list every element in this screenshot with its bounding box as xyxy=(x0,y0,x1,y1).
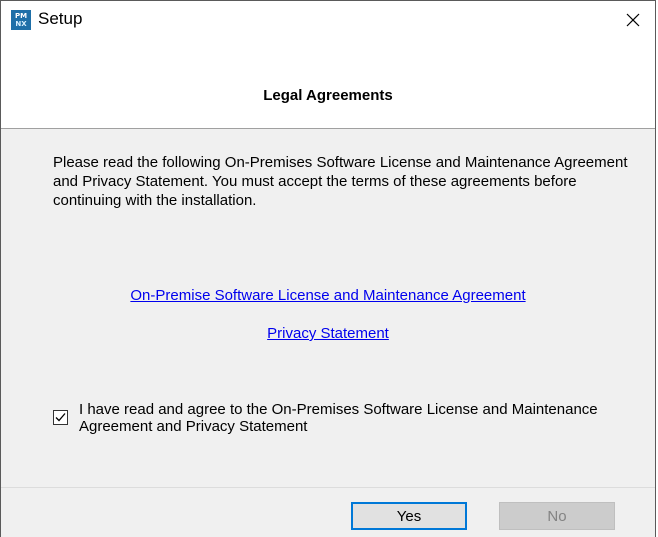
app-setup-icon: PM NX xyxy=(11,10,31,30)
license-agreement-link[interactable]: On-Premise Software License and Maintena… xyxy=(1,287,655,304)
intro-text: Please read the following On-Premises So… xyxy=(53,154,628,209)
page-header: Legal Agreements xyxy=(1,39,655,129)
page-title: Legal Agreements xyxy=(263,87,393,104)
agree-label[interactable]: I have read and agree to the On-Premises… xyxy=(79,401,639,435)
title-bar: PM NX Setup xyxy=(1,1,655,39)
button-bar: Yes No xyxy=(1,488,655,537)
close-icon xyxy=(626,13,640,27)
app-icon-text-bottom: NX xyxy=(15,20,27,28)
close-button[interactable] xyxy=(611,1,655,39)
yes-button[interactable]: Yes xyxy=(351,502,467,530)
setup-window: PM NX Setup Legal Agreements Please read… xyxy=(0,0,656,537)
no-button[interactable]: No xyxy=(499,502,615,530)
window-title: Setup xyxy=(38,9,83,28)
agree-checkbox[interactable] xyxy=(53,410,68,425)
privacy-statement-link[interactable]: Privacy Statement xyxy=(1,325,655,342)
content-area: Please read the following On-Premises So… xyxy=(1,129,655,487)
app-icon-text-top: PM xyxy=(14,12,28,20)
checkmark-icon xyxy=(55,413,66,422)
